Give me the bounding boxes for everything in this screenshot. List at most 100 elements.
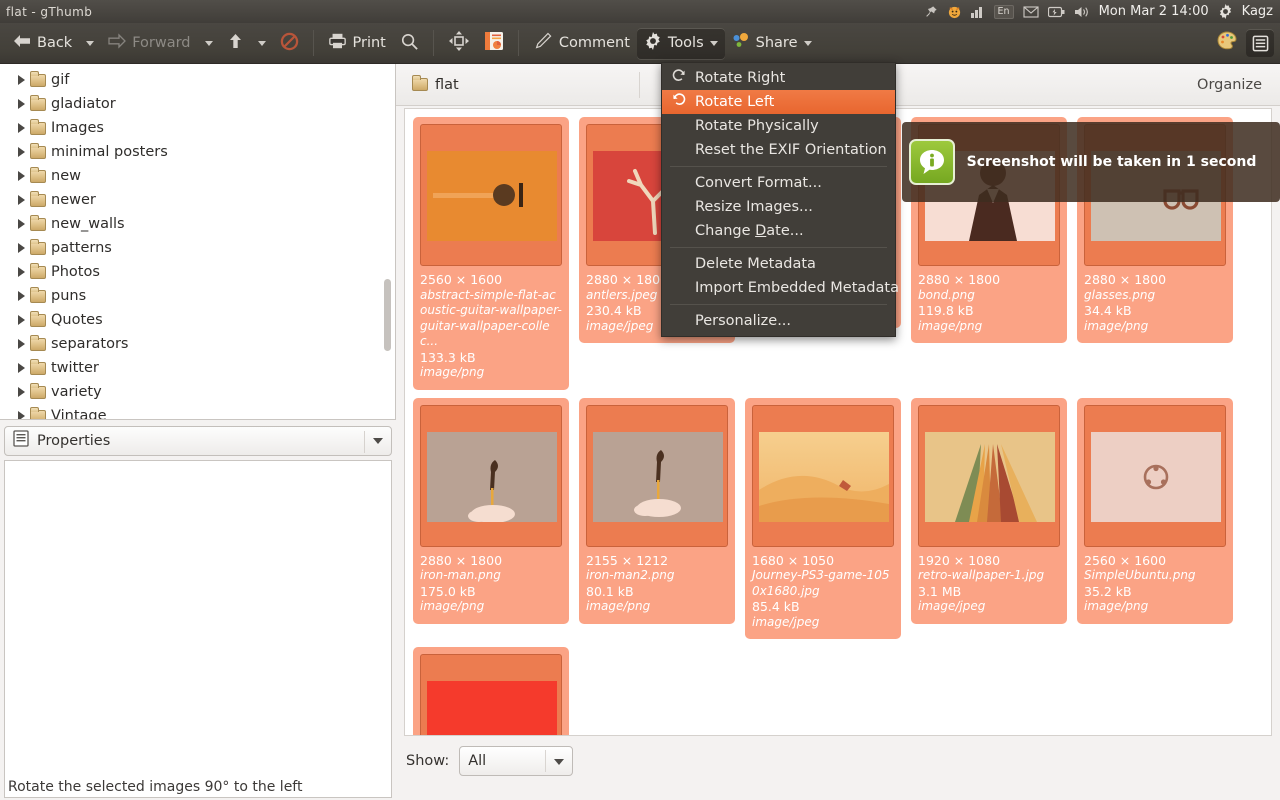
folder-item-twitter[interactable]: twitter bbox=[12, 356, 395, 380]
forward-history-dropdown[interactable] bbox=[198, 28, 220, 59]
pin-icon[interactable] bbox=[924, 0, 938, 23]
expander-triangle-icon[interactable] bbox=[18, 291, 25, 301]
menu-item-change-date[interactable]: Change Date... bbox=[662, 219, 895, 243]
thumbnail-image[interactable] bbox=[1084, 404, 1226, 547]
image-filename: Journey-PS3-game-1050x1680.jpg bbox=[752, 568, 890, 598]
back-history-dropdown[interactable] bbox=[79, 28, 101, 59]
expander-triangle-icon[interactable] bbox=[18, 387, 25, 397]
thumbnail-image[interactable] bbox=[420, 124, 562, 266]
folder-item-separators[interactable]: separators bbox=[12, 332, 395, 356]
menu-item-personalize[interactable]: Personalize... bbox=[662, 309, 895, 333]
printer-icon bbox=[328, 32, 347, 54]
folder-item-vintage[interactable]: Vintage bbox=[12, 404, 395, 420]
expander-triangle-icon[interactable] bbox=[18, 195, 25, 205]
up-history-dropdown[interactable] bbox=[251, 28, 273, 59]
folder-tree-panel[interactable]: gif gladiator Images minimal posters new… bbox=[0, 64, 396, 420]
image-mimetype: image/png bbox=[420, 599, 485, 613]
pidgin-icon[interactable] bbox=[947, 0, 962, 23]
thumbnail-cell[interactable]: 2560 × 1600 abstract-simple-flat-acousti… bbox=[413, 117, 569, 390]
keyboard-layout-indicator[interactable]: En bbox=[993, 4, 1014, 19]
sidebar-scrollbar[interactable] bbox=[384, 279, 391, 351]
move-tool-button[interactable] bbox=[441, 28, 477, 59]
status-bar: Rotate the selected images 90° to the le… bbox=[0, 774, 1280, 800]
expander-triangle-icon[interactable] bbox=[18, 363, 25, 373]
thumbnail-cell[interactable]: 2155 × 1212 iron-man2.png 80.1 kB image/… bbox=[579, 397, 735, 624]
clock[interactable]: Mon Mar 2 14:00 bbox=[1099, 4, 1209, 19]
expander-triangle-icon[interactable] bbox=[18, 339, 25, 349]
toggle-properties-panel-button[interactable] bbox=[1246, 29, 1274, 57]
thumbnail-cell[interactable]: 2560 × 1600 SimpleUbuntu.png 35.2 kB ima… bbox=[1077, 397, 1233, 624]
expander-triangle-icon[interactable] bbox=[18, 267, 25, 277]
expander-triangle-icon[interactable] bbox=[18, 243, 25, 253]
properties-divider bbox=[364, 431, 365, 453]
back-button[interactable]: Back bbox=[6, 28, 79, 59]
folder-item-newer[interactable]: newer bbox=[12, 188, 395, 212]
expander-triangle-icon[interactable] bbox=[18, 147, 25, 157]
gear-icon[interactable] bbox=[1218, 0, 1233, 23]
image-filesize: 34.4 kB bbox=[1084, 303, 1132, 318]
chevron-down-icon[interactable] bbox=[373, 438, 383, 444]
expander-triangle-icon[interactable] bbox=[18, 219, 25, 229]
forward-label: Forward bbox=[132, 35, 191, 51]
menu-item-import-embedded-metadata[interactable]: Import Embedded Metadata bbox=[662, 276, 899, 300]
stop-button[interactable] bbox=[273, 28, 306, 59]
folder-item-gif[interactable]: gif bbox=[12, 68, 395, 92]
folder-item-puns[interactable]: puns bbox=[12, 284, 395, 308]
folder-label: Vintage bbox=[51, 408, 107, 420]
folder-item-variety[interactable]: variety bbox=[12, 380, 395, 404]
organize-button[interactable]: Organize bbox=[1197, 77, 1280, 93]
folder-item-images[interactable]: Images bbox=[12, 116, 395, 140]
thumbnail-image[interactable] bbox=[420, 404, 562, 547]
expander-triangle-icon[interactable] bbox=[18, 123, 25, 133]
tools-button[interactable]: Tools bbox=[636, 27, 725, 59]
menu-item-convert-format[interactable]: Convert Format... bbox=[662, 171, 895, 195]
thumbnail-cell[interactable]: 1920 × 1080 retro-wallpaper-1.jpg 3.1 MB… bbox=[911, 397, 1067, 624]
thumbnail-cell[interactable] bbox=[413, 647, 569, 735]
battery-icon[interactable] bbox=[1047, 0, 1065, 23]
show-filter-select[interactable]: All bbox=[459, 746, 574, 776]
menu-item-resize-images[interactable]: Resize Images... bbox=[662, 195, 895, 219]
thumbnail-image[interactable] bbox=[420, 654, 562, 735]
folder-item-new[interactable]: new bbox=[12, 164, 395, 188]
expander-triangle-icon[interactable] bbox=[18, 411, 25, 419]
theme-button[interactable] bbox=[1210, 28, 1246, 59]
folder-item-new-walls[interactable]: new_walls bbox=[12, 212, 395, 236]
folder-item-photos[interactable]: Photos bbox=[12, 260, 395, 284]
expander-triangle-icon[interactable] bbox=[18, 75, 25, 85]
forward-button[interactable]: Forward bbox=[101, 28, 197, 59]
share-button[interactable]: Share bbox=[725, 28, 819, 59]
menu-item-rotate-left[interactable]: Rotate Left bbox=[662, 90, 895, 114]
folder-item-quotes[interactable]: Quotes bbox=[12, 308, 395, 332]
image-mimetype: image/png bbox=[420, 365, 485, 379]
up-button[interactable] bbox=[220, 28, 251, 59]
menu-item-delete-metadata[interactable]: Delete Metadata bbox=[662, 252, 895, 276]
thumbnail-image[interactable] bbox=[918, 404, 1060, 547]
folder-item-minimal-posters[interactable]: minimal posters bbox=[12, 140, 395, 164]
signal-icon[interactable] bbox=[970, 0, 985, 23]
thumbnail-meta: 2560 × 1600 abstract-simple-flat-acousti… bbox=[420, 266, 562, 381]
mail-icon[interactable] bbox=[1023, 0, 1039, 23]
expander-triangle-icon[interactable] bbox=[18, 99, 25, 109]
thumbnail-cell[interactable]: 2880 × 1800 iron-man.png 175.0 kB image/… bbox=[413, 397, 569, 624]
slideshow-button[interactable] bbox=[477, 28, 511, 59]
folder-label: Quotes bbox=[51, 312, 103, 328]
expander-triangle-icon[interactable] bbox=[18, 171, 25, 181]
comment-button[interactable]: Comment bbox=[526, 28, 637, 59]
folder-item-patterns[interactable]: patterns bbox=[12, 236, 395, 260]
print-button[interactable]: Print bbox=[321, 28, 393, 59]
folder-item-gladiator[interactable]: gladiator bbox=[12, 92, 395, 116]
thumbnail-image[interactable] bbox=[586, 404, 728, 547]
tools-menu[interactable]: Rotate Right Rotate Left Rotate Physical… bbox=[661, 62, 899, 337]
breadcrumb[interactable]: flat bbox=[396, 75, 459, 93]
menu-item-rotate-right[interactable]: Rotate Right bbox=[662, 66, 895, 90]
expander-triangle-icon[interactable] bbox=[18, 315, 25, 325]
session-user[interactable]: Kagz bbox=[1242, 4, 1273, 19]
menu-item-rotate-physically[interactable]: Rotate Physically bbox=[662, 114, 895, 138]
thumbnail-image[interactable] bbox=[752, 404, 894, 547]
volume-icon[interactable] bbox=[1074, 0, 1090, 23]
search-button[interactable] bbox=[393, 28, 426, 59]
menu-item-reset-exif-orientation[interactable]: Reset the EXIF Orientation bbox=[662, 138, 895, 162]
properties-toggle[interactable]: Properties bbox=[4, 426, 392, 456]
properties-panel-header[interactable]: Properties bbox=[0, 426, 396, 798]
thumbnail-cell[interactable]: 1680 × 1050 Journey-PS3-game-1050x1680.j… bbox=[745, 397, 901, 639]
